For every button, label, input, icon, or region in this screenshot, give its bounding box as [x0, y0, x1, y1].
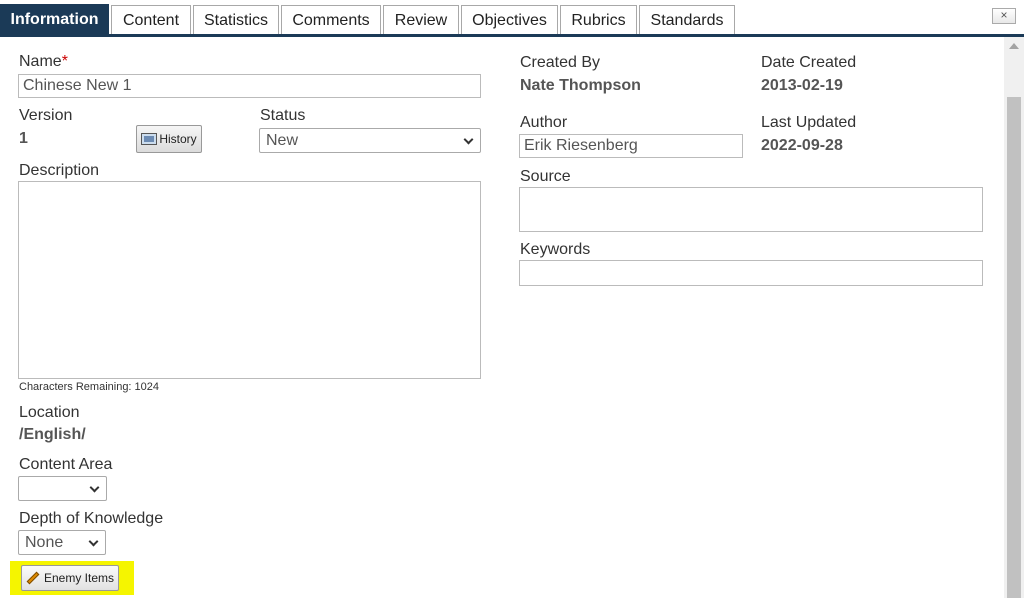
- tab-comments[interactable]: Comments: [281, 5, 381, 35]
- characters-remaining: Characters Remaining: 1024: [19, 381, 160, 393]
- pencil-icon: [26, 571, 40, 585]
- tab-underline: [0, 34, 1024, 37]
- date-created-value: 2013-02-19: [761, 77, 843, 94]
- status-select[interactable]: New: [259, 128, 481, 153]
- close-button[interactable]: ×: [992, 8, 1016, 24]
- tab-content[interactable]: Content: [111, 5, 191, 35]
- tab-information[interactable]: Information: [0, 4, 109, 35]
- status-selected-value: New: [266, 132, 299, 149]
- created-by-value: Nate Thompson: [520, 77, 641, 94]
- enemy-items-button[interactable]: Enemy Items: [21, 565, 119, 591]
- history-button[interactable]: History: [136, 125, 202, 153]
- scroll-thumb[interactable]: [1007, 97, 1021, 598]
- content-area-label: Content Area: [19, 456, 113, 473]
- source-input[interactable]: [519, 187, 983, 232]
- content-area-select[interactable]: [18, 476, 107, 501]
- dok-selected-value: None: [25, 534, 64, 551]
- monitor-icon: [141, 133, 158, 145]
- author-input[interactable]: Erik Riesenberg: [519, 134, 743, 158]
- required-asterisk: *: [61, 53, 68, 70]
- location-label: Location: [19, 404, 80, 421]
- chevron-down-icon: [463, 134, 474, 145]
- source-label: Source: [520, 168, 571, 185]
- version-value: 1: [19, 130, 28, 147]
- author-label: Author: [520, 114, 568, 131]
- enemy-items-label: Enemy Items: [43, 571, 115, 585]
- tab-rubrics[interactable]: Rubrics: [560, 5, 637, 35]
- chevron-down-icon: [88, 536, 99, 547]
- created-by-label: Created By: [520, 54, 601, 71]
- location-value: /English/: [19, 426, 86, 443]
- name-input[interactable]: Chinese New 1: [18, 74, 481, 98]
- last-updated-value: 2022-09-28: [761, 137, 843, 154]
- tab-review[interactable]: Review: [383, 5, 459, 35]
- tab-bar: Information Content Statistics Comments …: [0, 0, 1024, 37]
- dok-select[interactable]: None: [18, 530, 106, 555]
- name-label: Name*: [19, 53, 68, 70]
- dok-label: Depth of Knowledge: [19, 510, 164, 527]
- description-textarea[interactable]: [18, 181, 481, 379]
- tab-objectives[interactable]: Objectives: [461, 5, 558, 35]
- keywords-input[interactable]: [519, 260, 983, 286]
- last-updated-label: Last Updated: [761, 114, 857, 131]
- history-button-label: History: [159, 132, 197, 146]
- vertical-scrollbar[interactable]: [1004, 37, 1024, 598]
- version-label: Version: [19, 107, 73, 124]
- date-created-label: Date Created: [761, 54, 857, 71]
- status-label: Status: [260, 107, 306, 124]
- keywords-label: Keywords: [520, 241, 591, 258]
- chevron-down-icon: [89, 482, 100, 493]
- tab-standards[interactable]: Standards: [639, 5, 735, 35]
- scroll-up-arrow-icon[interactable]: [1009, 43, 1019, 49]
- description-label: Description: [19, 162, 100, 179]
- tab-statistics[interactable]: Statistics: [193, 5, 279, 35]
